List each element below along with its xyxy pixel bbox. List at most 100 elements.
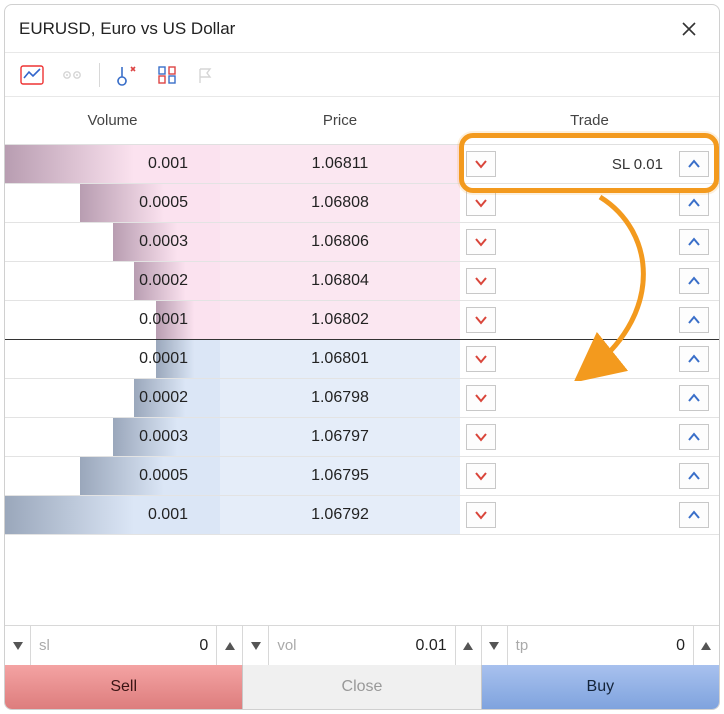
- volume-cell: 0.0002: [5, 379, 220, 417]
- spread-tool-button[interactable]: [55, 60, 89, 90]
- sell-at-price-button[interactable]: [466, 346, 496, 372]
- chevron-down-icon: [474, 315, 488, 325]
- order-book-row: 0.00051.06808: [5, 184, 719, 223]
- sl-decrement-button[interactable]: [5, 626, 31, 665]
- buy-at-price-button[interactable]: [679, 268, 709, 294]
- tp-decrement-button[interactable]: [482, 626, 508, 665]
- flag-tool-button[interactable]: [190, 60, 224, 90]
- volume-cell: 0.0003: [5, 223, 220, 261]
- volume-cell: 0.0001: [5, 340, 220, 378]
- order-book-row: 0.0011.06811SL 0.01: [5, 145, 719, 184]
- tp-label: tp: [516, 637, 529, 654]
- sell-button[interactable]: Sell: [5, 665, 243, 709]
- toolbar-divider: [99, 63, 100, 87]
- orders-tool-button[interactable]: [110, 60, 144, 90]
- window-title: EURUSD, Euro vs US Dollar: [19, 19, 235, 39]
- order-book-rows: 0.0011.06811SL 0.010.00051.068080.00031.…: [5, 145, 719, 535]
- buy-button[interactable]: Buy: [482, 665, 719, 709]
- volume-text: 0.0002: [139, 272, 188, 290]
- volume-text: 0.0005: [139, 467, 188, 485]
- sell-at-price-button[interactable]: [466, 190, 496, 216]
- buy-at-price-button[interactable]: [679, 502, 709, 528]
- chevron-down-icon: [474, 393, 488, 403]
- order-book-row: 0.00021.06804: [5, 262, 719, 301]
- sell-at-price-button[interactable]: [466, 502, 496, 528]
- toolbar: [5, 53, 719, 97]
- grid-tool-button[interactable]: [150, 60, 184, 90]
- sell-at-price-button[interactable]: [466, 229, 496, 255]
- tp-value: 0: [536, 637, 685, 655]
- header-trade: Trade: [460, 112, 719, 129]
- price-cell: 1.06806: [220, 223, 460, 261]
- buy-at-price-button[interactable]: [679, 385, 709, 411]
- buy-at-price-button[interactable]: [679, 151, 709, 177]
- volume-cell: 0.0001: [5, 301, 220, 339]
- trade-cell: [460, 457, 719, 495]
- order-book-row: 0.00031.06797: [5, 418, 719, 457]
- chevron-up-icon: [687, 354, 701, 364]
- trade-cell: [460, 262, 719, 300]
- vol-input-group: vol 0.01: [243, 626, 481, 665]
- volume-cell: 0.0002: [5, 262, 220, 300]
- sell-at-price-button[interactable]: [466, 424, 496, 450]
- vol-increment-button[interactable]: [455, 626, 481, 665]
- chevron-up-icon: [687, 510, 701, 520]
- chevron-down-icon: [474, 432, 488, 442]
- sl-input-group: sl 0: [5, 626, 243, 665]
- triangle-up-icon: [463, 642, 473, 650]
- buy-at-price-button[interactable]: [679, 307, 709, 333]
- trade-cell: SL 0.01: [460, 145, 719, 183]
- tp-input-field[interactable]: tp 0: [508, 626, 693, 665]
- chevron-up-icon: [687, 393, 701, 403]
- buy-at-price-button[interactable]: [679, 229, 709, 255]
- column-headers: Volume Price Trade: [5, 97, 719, 145]
- buy-at-price-button[interactable]: [679, 190, 709, 216]
- buy-at-price-button[interactable]: [679, 424, 709, 450]
- trade-cell: [460, 340, 719, 378]
- volume-cell: 0.0003: [5, 418, 220, 456]
- chart-tool-button[interactable]: [15, 60, 49, 90]
- chevron-up-icon: [687, 237, 701, 247]
- volume-text: 0.0003: [139, 233, 188, 251]
- close-position-button[interactable]: Close: [243, 665, 481, 709]
- vol-value: 0.01: [305, 637, 447, 655]
- trade-cell: [460, 184, 719, 222]
- vol-label: vol: [277, 637, 296, 654]
- order-inputs-row: sl 0 vol 0.01 tp 0: [5, 625, 719, 665]
- tp-increment-button[interactable]: [693, 626, 719, 665]
- sl-input-field[interactable]: sl 0: [31, 626, 216, 665]
- header-volume: Volume: [5, 112, 220, 129]
- price-cell: 1.06801: [220, 340, 460, 378]
- sell-at-price-button[interactable]: [466, 268, 496, 294]
- vol-decrement-button[interactable]: [243, 626, 269, 665]
- buy-at-price-button[interactable]: [679, 346, 709, 372]
- sell-at-price-button[interactable]: [466, 385, 496, 411]
- sl-value: 0: [58, 637, 208, 655]
- volume-text: 0.0001: [139, 311, 188, 329]
- sl-order-label: SL 0.01: [502, 156, 673, 173]
- volume-text: 0.0005: [139, 194, 188, 212]
- action-buttons: Sell Close Buy: [5, 665, 719, 709]
- volume-cell: 0.0005: [5, 184, 220, 222]
- volume-cell: 0.0005: [5, 457, 220, 495]
- sell-at-price-button[interactable]: [466, 307, 496, 333]
- price-cell: 1.06792: [220, 496, 460, 534]
- order-book-row: 0.00011.06801: [5, 340, 719, 379]
- sl-label: sl: [39, 637, 50, 654]
- chevron-down-icon: [474, 276, 488, 286]
- price-cell: 1.06795: [220, 457, 460, 495]
- close-button[interactable]: [673, 13, 705, 45]
- volume-cell: 0.001: [5, 145, 220, 183]
- volume-text: 0.0002: [139, 389, 188, 407]
- volume-text: 0.0003: [139, 428, 188, 446]
- order-book-row: 0.0003 1.06806: [5, 223, 719, 262]
- vol-input-field[interactable]: vol 0.01: [269, 626, 454, 665]
- tp-input-group: tp 0: [482, 626, 719, 665]
- buy-at-price-button[interactable]: [679, 463, 709, 489]
- sell-at-price-button[interactable]: [466, 463, 496, 489]
- sl-increment-button[interactable]: [216, 626, 242, 665]
- volume-cell: 0.001: [5, 496, 220, 534]
- sell-at-price-button[interactable]: [466, 151, 496, 177]
- chevron-down-icon: [474, 237, 488, 247]
- volume-text: 0.001: [148, 506, 188, 524]
